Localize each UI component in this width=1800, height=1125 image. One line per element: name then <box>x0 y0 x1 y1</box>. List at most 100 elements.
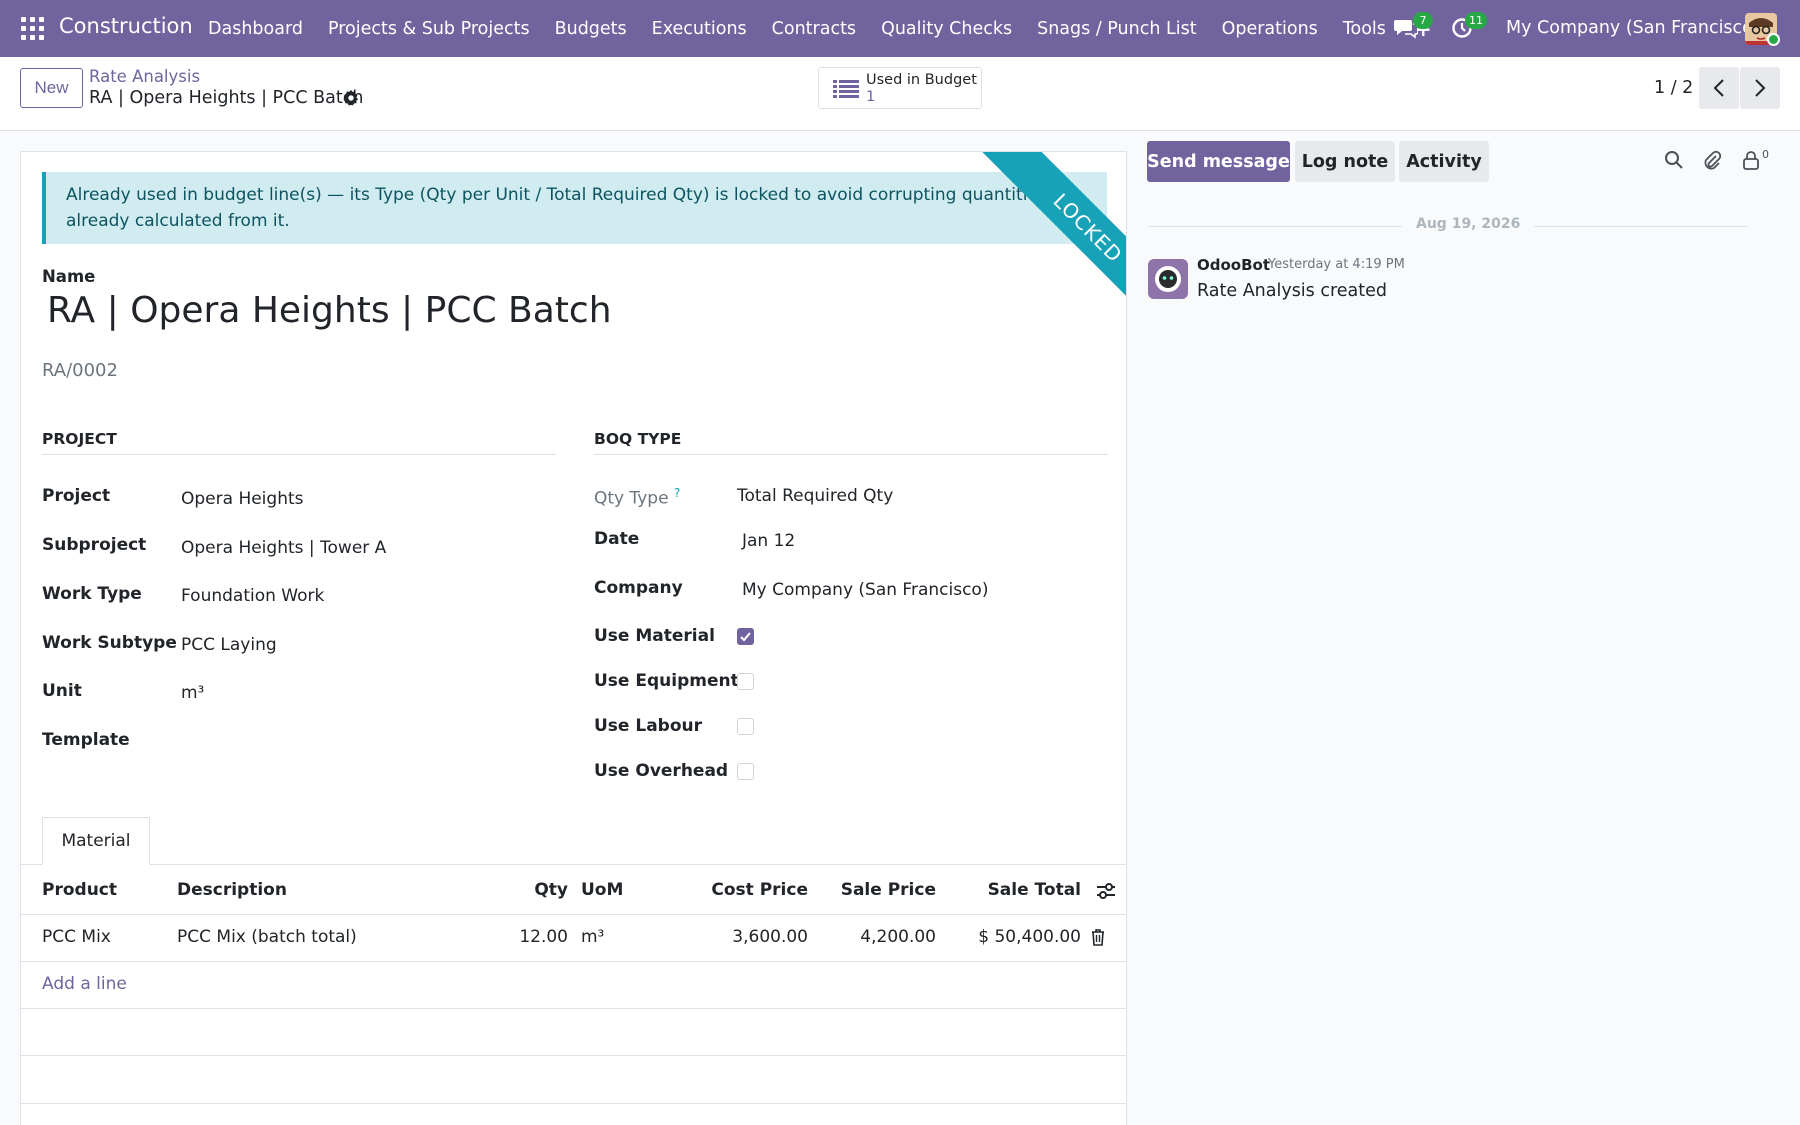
menu-item-budgets[interactable]: Budgets <box>555 19 627 39</box>
new-button[interactable]: New <box>20 68 83 108</box>
add-line-link[interactable]: Add a line <box>42 974 127 994</box>
menu-item-projects[interactable]: Projects & Sub Projects <box>328 19 530 39</box>
name-label: Name <box>42 267 96 286</box>
send-message-button[interactable]: Send message <box>1147 141 1290 182</box>
form-sheet: Already used in budget line(s) — its Typ… <box>20 151 1127 1125</box>
pager-next-button[interactable] <box>1740 67 1780 109</box>
smart-button-value: 1 <box>866 89 876 105</box>
log-note-button[interactable]: Log note <box>1295 141 1395 182</box>
optional-columns-icon[interactable] <box>1096 882 1116 900</box>
pager-previous-button[interactable] <box>1699 67 1739 109</box>
row-sale-total: $ 50,400.00 <box>978 927 1081 947</box>
message-time: Yesterday at 4:19 PM <box>1268 257 1405 272</box>
row-qty[interactable]: 12.00 <box>501 927 568 947</box>
menu-item-tools[interactable]: Tools <box>1343 19 1386 39</box>
checkmark-icon <box>740 632 751 642</box>
message-body: Rate Analysis created <box>1197 281 1388 301</box>
project-field[interactable]: Opera Heights <box>181 489 304 509</box>
date-separator: Aug 19, 2026 <box>1402 216 1535 232</box>
activity-button[interactable]: Activity <box>1399 141 1489 182</box>
col-product[interactable]: Product <box>42 880 117 900</box>
help-icon[interactable]: ? <box>674 486 680 500</box>
name-field[interactable]: RA | Opera Heights | PCC Batch <box>47 290 612 331</box>
qty-type-label: Qty Type ? <box>594 486 680 509</box>
menu-item-operations[interactable]: Operations <box>1222 19 1318 39</box>
company-field[interactable]: My Company (San Francisco) <box>742 580 988 600</box>
use-labour-label: Use Labour <box>594 716 703 736</box>
messages-badge: 7 <box>1413 12 1433 29</box>
col-sale-total[interactable]: Sale Total <box>941 880 1081 900</box>
apps-menu-icon[interactable] <box>21 17 44 40</box>
breadcrumb-current: RA | Opera Heights | PCC Batch <box>89 88 364 108</box>
online-status-dot <box>1767 33 1780 46</box>
use-labour-checkbox[interactable] <box>737 718 754 735</box>
search-icon[interactable] <box>1664 150 1684 170</box>
tab-material[interactable]: Material <box>42 817 150 865</box>
template-field[interactable] <box>181 730 481 752</box>
reference-number: RA/0002 <box>42 360 118 381</box>
use-equipment-checkbox[interactable] <box>737 673 754 690</box>
template-label: Template <box>42 730 130 750</box>
work-type-field[interactable]: Foundation Work <box>181 586 324 606</box>
table-row-divider <box>21 961 1126 962</box>
chevron-right-icon <box>1755 79 1766 97</box>
table-row-divider <box>21 1103 1126 1104</box>
col-qty[interactable]: Qty <box>501 880 568 900</box>
work-subtype-label: Work Subtype <box>42 633 177 653</box>
gear-icon[interactable] <box>342 89 360 107</box>
table-header-divider <box>21 914 1126 915</box>
control-panel: New Rate Analysis RA | Opera Heights | P… <box>0 57 1800 131</box>
followers-count: 0 <box>1762 148 1769 161</box>
row-cost-price[interactable]: 3,600.00 <box>681 927 808 947</box>
used-in-budget-button[interactable]: Used in Budget 1 <box>818 67 982 109</box>
tabs-divider <box>21 864 1126 865</box>
message-author[interactable]: OdooBot <box>1197 256 1270 274</box>
project-group-title: PROJECT <box>42 430 556 455</box>
list-icon <box>833 80 859 98</box>
table-row-divider <box>21 1055 1126 1056</box>
menu-item-contracts[interactable]: Contracts <box>772 19 856 39</box>
qty-type-field: Total Required Qty <box>737 486 894 506</box>
subproject-field[interactable]: Opera Heights | Tower A <box>181 538 386 558</box>
trash-icon[interactable] <box>1091 929 1105 946</box>
boq-group-title: BOQ TYPE <box>594 430 1108 455</box>
row-sale-price[interactable]: 4,200.00 <box>811 927 936 947</box>
bot-face-icon <box>1155 266 1181 292</box>
paperclip-icon[interactable] <box>1702 150 1722 170</box>
menu-item-quality-checks[interactable]: Quality Checks <box>881 19 1012 39</box>
breadcrumb-parent[interactable]: Rate Analysis <box>89 67 200 86</box>
unit-field[interactable]: m³ <box>181 683 204 703</box>
company-label: Company <box>594 578 683 598</box>
menu-item-snags[interactable]: Snags / Punch List <box>1037 19 1196 39</box>
date-field[interactable]: Jan 12 <box>742 531 795 551</box>
date-label: Date <box>594 529 640 549</box>
ribbon-label: LOCKED <box>974 152 1126 342</box>
top-navbar: Construction Dashboard Projects & Sub Pr… <box>0 0 1800 57</box>
col-uom[interactable]: UoM <box>581 880 623 900</box>
use-overhead-label: Use Overhead <box>594 761 729 781</box>
chevron-left-icon <box>1713 79 1724 97</box>
use-equipment-label: Use Equipment <box>594 671 739 691</box>
odoobot-avatar <box>1148 259 1188 299</box>
pager-value[interactable]: 1 / 2 <box>1654 78 1693 98</box>
followers-icon[interactable] <box>1742 150 1760 170</box>
col-sale-price[interactable]: Sale Price <box>811 880 936 900</box>
app-title[interactable]: Construction <box>59 14 193 38</box>
row-uom[interactable]: m³ <box>581 927 604 947</box>
use-material-checkbox[interactable] <box>737 628 754 645</box>
col-cost-price[interactable]: Cost Price <box>681 880 808 900</box>
main-menu: Dashboard Projects & Sub Projects Budget… <box>208 0 1432 57</box>
col-description[interactable]: Description <box>177 880 287 900</box>
row-description[interactable]: PCC Mix (batch total) <box>177 927 357 947</box>
work-subtype-field[interactable]: PCC Laying <box>181 635 277 655</box>
activities-badge: 11 <box>1465 12 1487 29</box>
row-product[interactable]: PCC Mix <box>42 927 111 947</box>
company-switcher[interactable]: My Company (San Francisco) <box>1506 18 1760 38</box>
menu-item-dashboard[interactable]: Dashboard <box>208 19 303 39</box>
table-row-divider <box>21 1008 1126 1009</box>
qty-type-label-text: Qty Type <box>594 488 669 509</box>
locked-ribbon: LOCKED <box>926 152 1126 342</box>
use-overhead-checkbox[interactable] <box>737 763 754 780</box>
project-label: Project <box>42 486 111 506</box>
menu-item-executions[interactable]: Executions <box>652 19 747 39</box>
